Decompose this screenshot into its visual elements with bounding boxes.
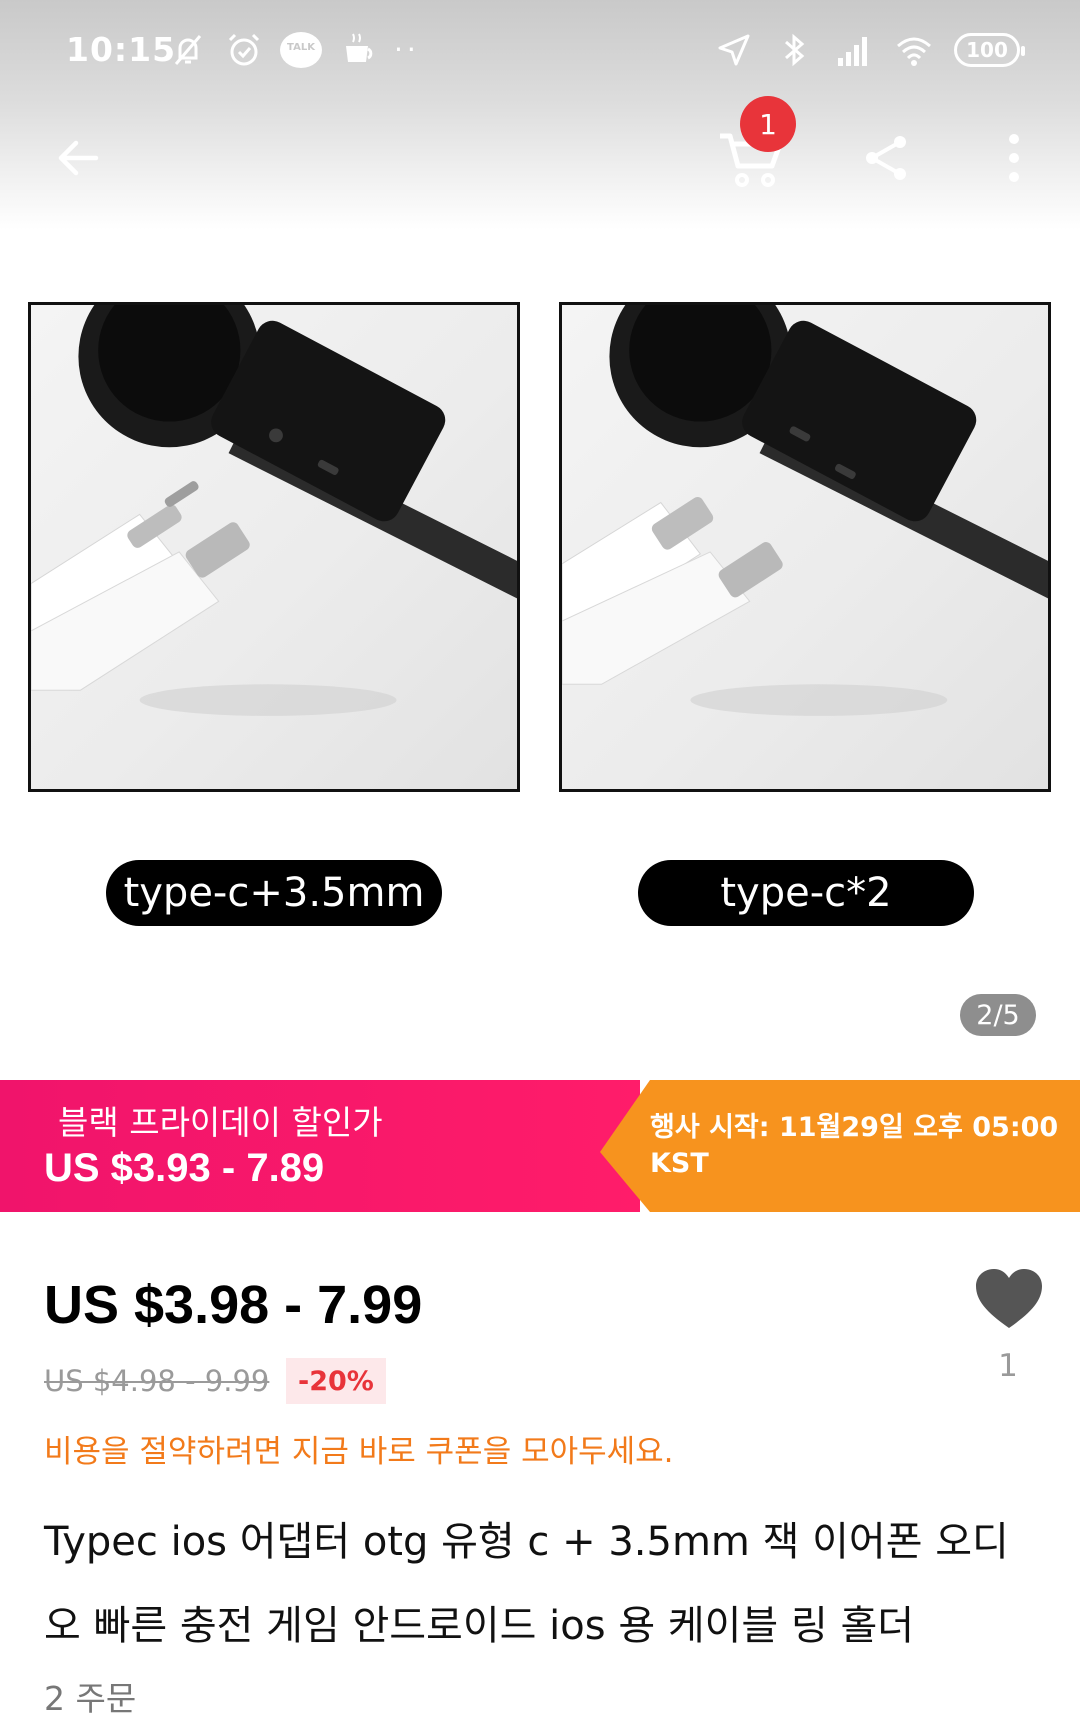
- promo-price: US $3.93 - 7.89: [44, 1146, 325, 1190]
- promo-event-start: 행사 시작: 11월29일 오후 05:00 KST: [650, 1112, 1059, 1179]
- more-vertical-icon: [1009, 134, 1019, 182]
- wishlist-count: 1: [998, 1348, 1018, 1384]
- alarm-icon: [228, 33, 260, 66]
- coupon-hint-link[interactable]: 비용을 절약하려면 지금 바로 쿠폰을 모아두세요.: [44, 1426, 674, 1471]
- status-notification-icons: TALK ··: [168, 30, 420, 70]
- cart-count-badge: 1: [740, 96, 796, 152]
- product-info-section: US $3.98 - 7.99 US $4.98 - 9.99 -20% 비용을…: [0, 1212, 1080, 1733]
- wishlist-button[interactable]: [974, 1268, 1044, 1330]
- status-time: 10:15: [66, 30, 177, 69]
- adapter-product-image: [31, 305, 517, 716]
- original-price: US $4.98 - 9.99: [44, 1364, 270, 1398]
- back-button[interactable]: [40, 120, 116, 196]
- product-image-gallery[interactable]: type-c+3.5mm type-c*2 2/5: [0, 230, 1080, 1080]
- battery-indicator: 100: [954, 33, 1025, 67]
- variant-image-typec-35mm: [28, 302, 520, 792]
- variant-label-typec-x2: type-c*2: [638, 860, 974, 926]
- top-navigation: [0, 100, 1080, 210]
- adapter-product-image: [562, 305, 1048, 716]
- variant-label-typec-35mm: type-c+3.5mm: [106, 860, 442, 926]
- heart-icon: [976, 1269, 1042, 1328]
- discount-badge: -20%: [286, 1358, 386, 1404]
- black-friday-promo-banner: 블랙 프라이데이 할인가 US $3.93 - 7.89 행사 시작: 11월2…: [0, 1080, 1080, 1212]
- wifi-icon: [897, 37, 931, 66]
- arrow-left-icon: [58, 140, 99, 176]
- promo-label: 블랙 프라이데이 할인가: [58, 1103, 383, 1142]
- coffee-icon: [346, 33, 373, 62]
- image-page-indicator: 2/5: [960, 994, 1036, 1036]
- more-options-button[interactable]: [976, 120, 1052, 196]
- promo-price-section: 블랙 프라이데이 할인가 US $3.93 - 7.89: [0, 1080, 640, 1212]
- product-title: Typec ios 어댑터 otg 유형 c + 3.5mm 잭 이어폰 오디오…: [44, 1519, 1009, 1649]
- status-bar: 10:15 TALK ·· 100: [0, 0, 1080, 100]
- location-icon: [718, 34, 750, 66]
- share-button[interactable]: [848, 120, 924, 196]
- more-notifications-icon: ··: [394, 33, 420, 66]
- signal-icon: [838, 37, 867, 66]
- current-price: US $3.98 - 7.99: [44, 1275, 423, 1335]
- order-count: 2 주문: [44, 1679, 137, 1718]
- mute-bell-icon: [174, 35, 202, 65]
- variant-image-typec-x2: [559, 302, 1051, 792]
- status-system-icons: 100: [714, 30, 1025, 70]
- bluetooth-icon: [785, 33, 805, 67]
- kakaotalk-icon: TALK: [280, 32, 322, 68]
- share-icon: [866, 136, 906, 180]
